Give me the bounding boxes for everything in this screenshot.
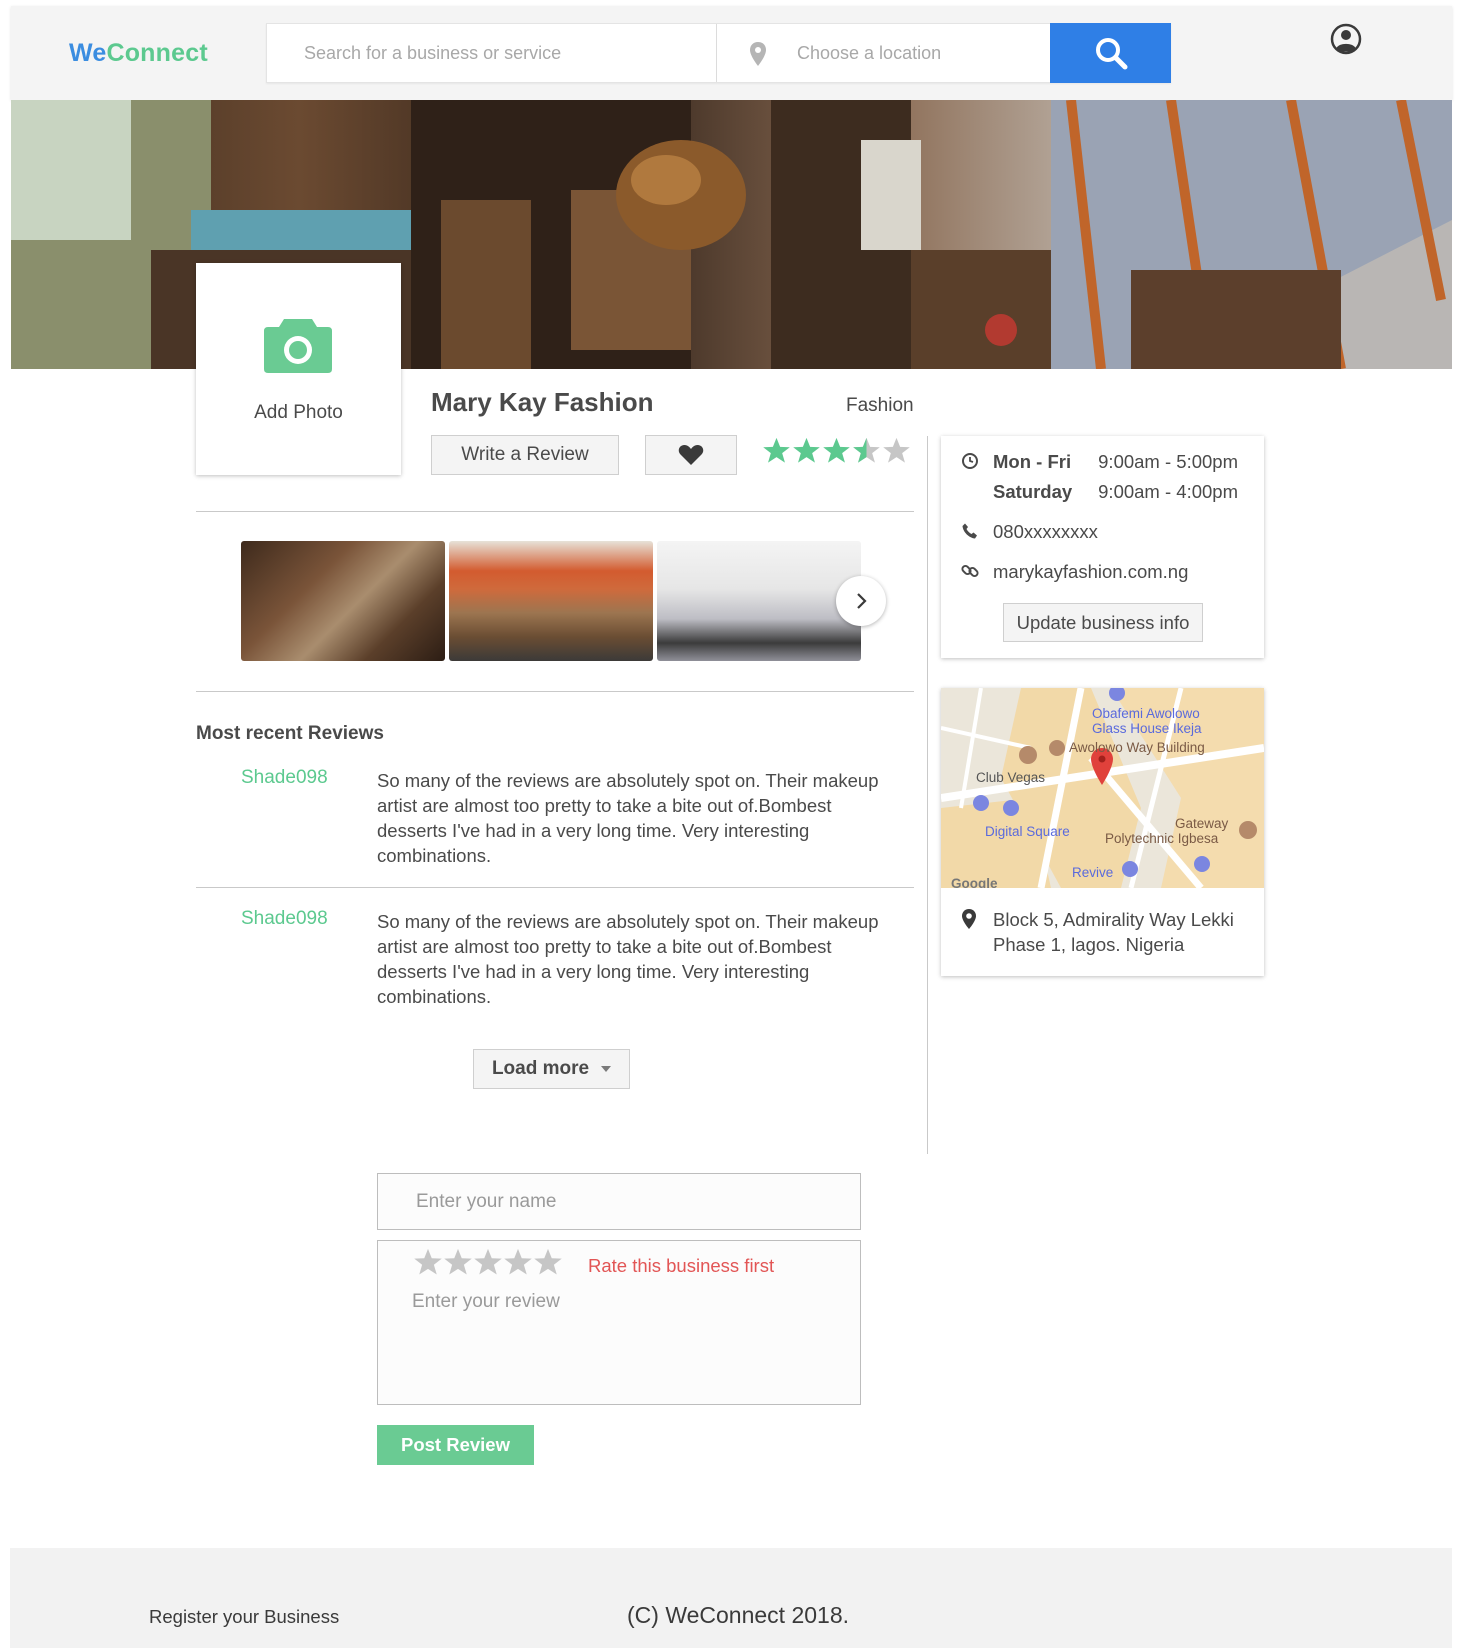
star-empty-icon <box>883 437 910 463</box>
heart-icon <box>678 445 704 465</box>
business-info-card: Mon - Fri 9:00am - 5:00pm Saturday 9:00a… <box>941 436 1264 658</box>
reviews-heading: Most recent Reviews <box>196 723 384 744</box>
weconnect-logo[interactable]: WeConnect <box>69 39 208 68</box>
gallery-photo[interactable] <box>449 541 653 661</box>
phone-number[interactable]: 080xxxxxxxx <box>993 521 1098 543</box>
top-navbar: WeConnect <box>11 6 1452 100</box>
location-map[interactable]: Obafemi Awolowo Glass House Ikeja Awolow… <box>941 688 1264 888</box>
favorite-button[interactable] <box>645 435 737 475</box>
gallery-photo[interactable] <box>657 541 861 661</box>
logo-connect: Connect <box>106 39 208 67</box>
map-label: Polytechnic Igbesa <box>1105 831 1219 846</box>
star-empty-icon[interactable] <box>533 1247 563 1277</box>
register-business-link[interactable]: Register your Business <box>149 1606 339 1628</box>
search-icon <box>1095 38 1127 70</box>
load-more-button[interactable]: Load more <box>473 1049 630 1089</box>
logo-we: We <box>69 39 107 67</box>
location-input[interactable] <box>767 24 1072 82</box>
star-half-icon <box>853 437 880 463</box>
post-review-button[interactable]: Post Review <box>377 1425 534 1465</box>
business-rating-stars <box>762 436 912 465</box>
hours-time: 9:00am - 4:00pm <box>1098 481 1238 502</box>
review-author[interactable]: Shade098 <box>241 767 328 789</box>
location-card: Obafemi Awolowo Glass House Ikeja Awolow… <box>941 688 1264 976</box>
review-text: So many of the reviews are absolutely sp… <box>377 911 879 1007</box>
add-photo-card[interactable]: Add Photo <box>196 263 401 475</box>
hours-days: Mon - Fri <box>993 451 1072 472</box>
star-full-icon <box>793 437 820 463</box>
website-link[interactable]: marykayfashion.com.ng <box>993 561 1188 583</box>
business-name: Mary Kay Fashion <box>431 387 654 417</box>
star-empty-icon[interactable] <box>503 1247 533 1277</box>
map-label: Glass House Ikeja <box>1092 721 1202 736</box>
map-label: Club Vegas <box>976 770 1046 785</box>
star-full-icon <box>823 437 850 463</box>
business-category: Fashion <box>846 395 914 416</box>
reviewer-name-input[interactable] <box>377 1173 861 1230</box>
hours-row: Saturday 9:00am - 4:00pm <box>993 481 1238 503</box>
hours-days: Saturday <box>993 481 1073 502</box>
load-more-label: Load more <box>491 1058 590 1079</box>
chevron-right-icon <box>857 593 867 609</box>
map-label: Obafemi Awolowo <box>1092 706 1200 721</box>
divider <box>196 887 914 888</box>
search-button[interactable] <box>1050 23 1171 83</box>
hours-row: Mon - Fri 9:00am - 5:00pm <box>993 451 1238 473</box>
star-full-icon <box>763 437 790 463</box>
phone-icon <box>962 523 977 539</box>
star-empty-icon[interactable] <box>413 1247 443 1277</box>
divider <box>196 511 914 512</box>
business-search-input[interactable] <box>267 24 717 82</box>
map-label: Digital Square <box>985 824 1070 839</box>
update-business-info-button[interactable]: Update business info <box>1003 603 1203 642</box>
column-divider <box>927 436 928 1154</box>
star-empty-icon[interactable] <box>443 1247 473 1277</box>
link-icon <box>961 564 979 578</box>
write-review-button[interactable]: Write a Review <box>431 435 619 475</box>
review-text: So many of the reviews are absolutely sp… <box>377 770 879 866</box>
gallery-next-button[interactable] <box>836 576 886 626</box>
business-address: Block 5, Admirality Way Lekki Phase 1, l… <box>993 909 1234 955</box>
user-account-icon[interactable] <box>1330 23 1362 55</box>
rating-warning: Rate this business first <box>588 1255 775 1276</box>
camera-icon <box>264 319 332 373</box>
copyright-text: (C) WeConnect 2018. <box>627 1602 850 1628</box>
divider <box>196 691 914 692</box>
star-empty-icon[interactable] <box>473 1247 503 1277</box>
gallery-photo[interactable] <box>241 541 445 661</box>
add-photo-label: Add Photo <box>254 402 343 423</box>
review-text-input[interactable] <box>412 1291 832 1391</box>
search-bar <box>266 23 1171 83</box>
review-author[interactable]: Shade098 <box>241 908 328 930</box>
caret-down-icon <box>601 1066 612 1072</box>
rating-input-stars[interactable] <box>413 1247 563 1277</box>
google-logo: Google <box>951 876 998 888</box>
location-pin-icon <box>750 42 766 66</box>
hours-time: 9:00am - 5:00pm <box>1098 451 1238 472</box>
map-label: Awolowo Way Building <box>1069 740 1205 755</box>
map-label: Gateway <box>1175 816 1229 831</box>
clock-icon <box>962 453 978 469</box>
review-form-box: Rate this business first <box>377 1240 861 1405</box>
map-label: Revive <box>1072 865 1114 880</box>
footer: Register your Business (C) WeConnect 201… <box>10 1548 1452 1648</box>
map-pin-icon <box>962 909 976 929</box>
